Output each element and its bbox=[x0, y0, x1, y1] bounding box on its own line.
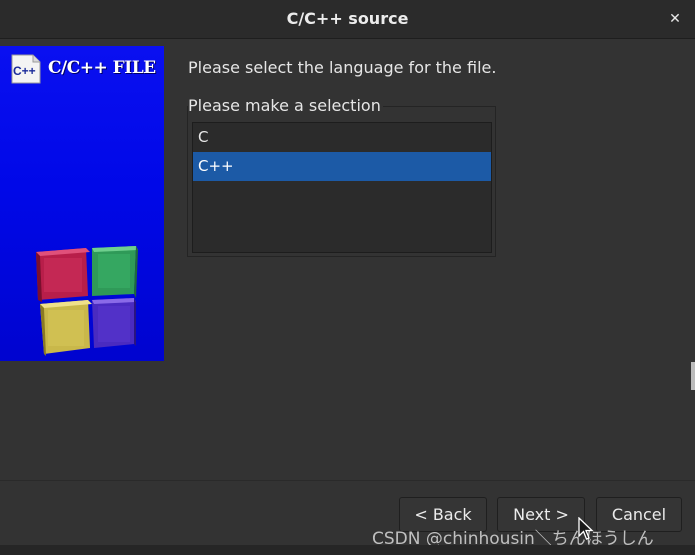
title-bar: C/C++ source ✕ bbox=[0, 0, 695, 39]
list-item-c[interactable]: C bbox=[193, 123, 491, 152]
file-icon-label: C++ bbox=[13, 64, 36, 78]
mouse-pointer-icon bbox=[578, 517, 594, 540]
close-icon: ✕ bbox=[669, 11, 681, 27]
groupbox-label: Please make a selection bbox=[188, 96, 383, 115]
cpp-file-icon: C++ bbox=[11, 54, 41, 84]
wizard-banner: C++ C/C++ FILE bbox=[0, 46, 164, 361]
window-title: C/C++ source bbox=[286, 9, 409, 28]
instruction-text: Please select the language for the file. bbox=[188, 58, 497, 77]
list-item-cpp[interactable]: C++ bbox=[193, 152, 491, 181]
banner-title: C/C++ FILE bbox=[48, 58, 156, 78]
scrollbar-edge[interactable] bbox=[691, 362, 695, 390]
desktop-edge bbox=[0, 545, 695, 555]
colored-cubes-graphic bbox=[36, 246, 138, 356]
close-button[interactable]: ✕ bbox=[665, 9, 685, 29]
wizard-window: C/C++ source ✕ C++ C/C++ FILE Please sel… bbox=[0, 0, 695, 555]
footer-divider bbox=[0, 480, 695, 481]
language-listbox[interactable]: C C++ bbox=[192, 122, 492, 253]
